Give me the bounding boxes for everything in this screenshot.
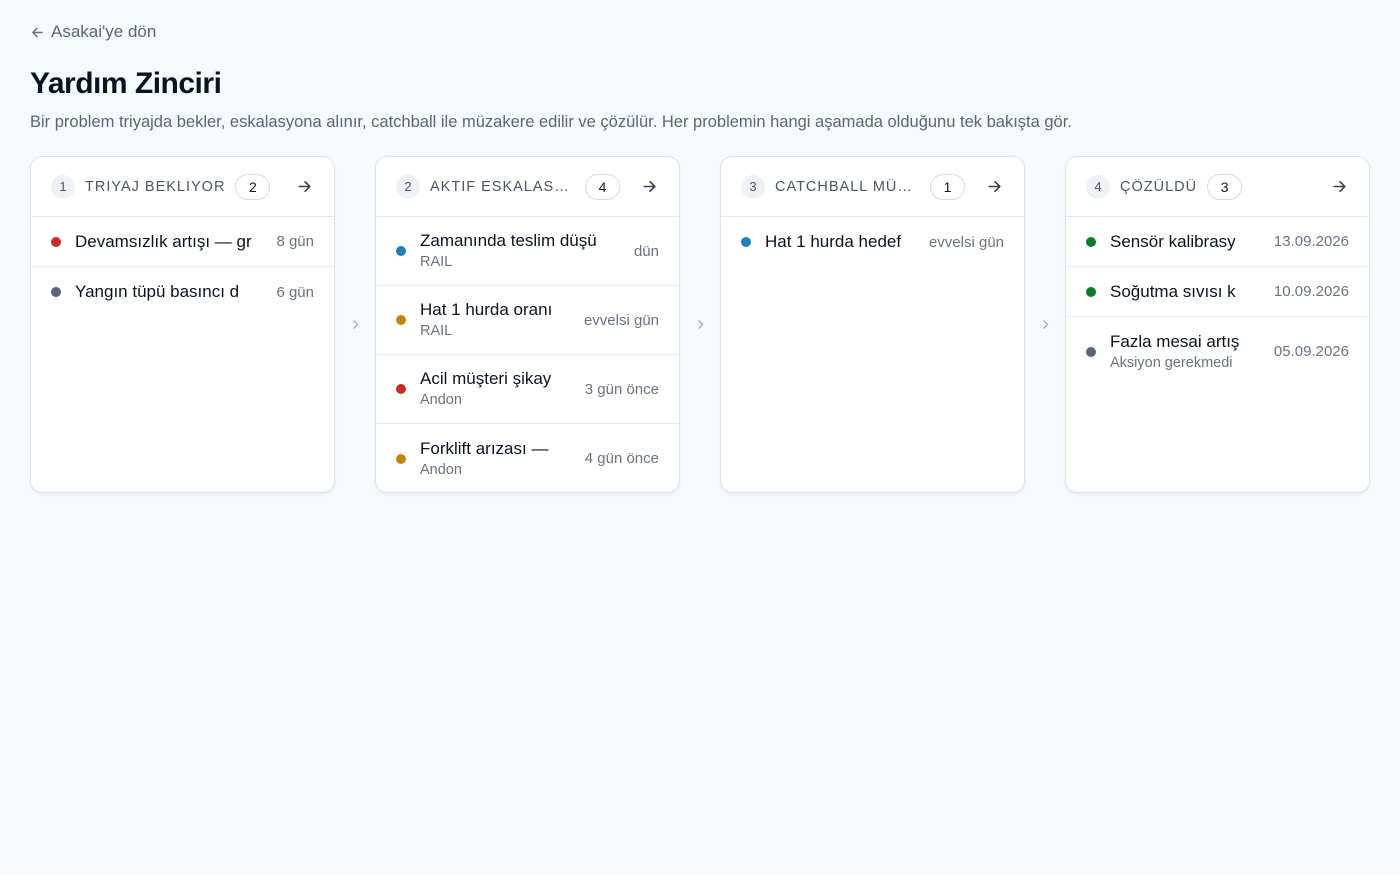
status-dot [51, 287, 61, 297]
stage-title: CATCHBALL MÜZAKERE [775, 178, 920, 195]
problem-time: 3 gün önce [584, 380, 659, 398]
status-dot [396, 453, 406, 464]
problem-text: Soğutma sıvısı k [1110, 281, 1262, 303]
problem-title: Yangın tüpü basıncı d [75, 282, 240, 301]
arrow-right-icon [642, 180, 656, 193]
stage-column-4: 4 ÇÖZÜLDÜ 3 Sensör kalibrasy 13.09.2026 Soğut… [1065, 156, 1370, 493]
problem-list-item[interactable]: Forklift arızası — Andon 4 gün önce [376, 424, 679, 492]
stage-column-header: 1 TRİYAJ BEKLİYOR 2 [31, 157, 334, 217]
problem-text: Hat 1 hurda hedef [765, 231, 917, 253]
problem-source: Andon [420, 461, 462, 478]
stage-column-1: 1 TRİYAJ BEKLİYOR 2 Devamsızlık artışı — gr… [30, 156, 335, 493]
arrow-right-icon [1332, 180, 1346, 193]
problem-source: Aksiyon gerekmedi [1110, 354, 1233, 371]
chevron-right-icon [1042, 320, 1048, 329]
stage-number: 4 [1086, 174, 1110, 199]
status-dot [1086, 346, 1096, 357]
problem-text: Acil müşteri şikay Andon [420, 368, 573, 410]
stage-count-badge: 2 [235, 173, 271, 200]
problem-list-item[interactable]: Hat 1 hurda hedef evvelsi gün [721, 217, 1024, 267]
problem-text: Fazla mesai artış Aksiyon gerekmedi [1110, 331, 1262, 373]
status-dot [396, 384, 406, 394]
problem-text: Hat 1 hurda oranı RAIL [420, 299, 572, 341]
open-stage-button[interactable] [639, 177, 659, 197]
problem-time: 13.09.2026 [1273, 233, 1349, 250]
problem-text: Forklift arızası — Andon [420, 438, 573, 480]
arrow-right-icon [297, 180, 311, 193]
status-dot [396, 315, 406, 325]
problem-time: 6 gün [276, 283, 314, 301]
chevron-right-icon [697, 320, 703, 329]
problem-title: Acil müşteri şikay [420, 369, 552, 388]
problem-title: Forklift arızası — [420, 438, 549, 458]
problem-text: Sensör kalibrasy [1110, 231, 1262, 253]
stage-count-badge: 3 [1207, 173, 1243, 200]
problem-title: Hat 1 hurda oranı [420, 300, 553, 319]
problem-list-item[interactable]: Soğutma sıvısı k 10.09.2026 [1066, 267, 1369, 317]
problem-list-item[interactable]: Sensör kalibrasy 13.09.2026 [1066, 217, 1369, 267]
stage-count-badge: 1 [930, 173, 965, 200]
page-title: Yardım Zinciri [30, 66, 222, 100]
problem-time: 8 gün [276, 233, 314, 250]
chevron-right-icon [352, 320, 358, 329]
problem-list-item[interactable]: Zamanında teslim düşü RAIL dün [376, 217, 679, 286]
problem-time: evvelsi gün [928, 233, 1004, 251]
stage-separator [1025, 156, 1065, 493]
problem-time: 10.09.2026 [1273, 283, 1349, 300]
back-link-label: Asakai'ye dön [51, 22, 157, 41]
problem-source: RAIL [420, 254, 453, 270]
stage-number: 1 [51, 174, 75, 199]
stage-column-2: 2 AKTİF ESKALASYON 4 Zamanında teslim düşü R… [375, 156, 680, 493]
problem-title: Hat 1 hurda hedef [765, 232, 902, 251]
stage-column-header: 4 ÇÖZÜLDÜ 3 [1066, 157, 1369, 217]
open-stage-button[interactable] [1329, 177, 1349, 197]
problem-source: Andon [420, 392, 462, 408]
problem-list-item[interactable]: Hat 1 hurda oranı RAIL evvelsi gün [376, 286, 679, 355]
stage-separator [680, 156, 720, 493]
problem-list-item[interactable]: Fazla mesai artış Aksiyon gerekmedi 05.09.… [1066, 317, 1369, 386]
problem-title: Sensör kalibrasy [1110, 231, 1236, 251]
problem-time: 05.09.2026 [1273, 343, 1349, 360]
status-dot [51, 236, 61, 247]
status-dot [741, 237, 751, 247]
status-dot [1086, 286, 1096, 297]
problem-title: Devamsızlık artışı — gr [75, 231, 252, 251]
problem-text: Zamanında teslim düşü RAIL [420, 230, 622, 272]
open-stage-button[interactable] [984, 177, 1004, 197]
status-dot [1086, 236, 1096, 247]
problem-time: 4 gün önce [584, 450, 659, 467]
stage-number: 2 [396, 174, 420, 199]
stage-count-badge: 4 [585, 173, 620, 200]
problem-source: RAIL [420, 323, 453, 339]
arrow-left-icon [32, 27, 43, 37]
problem-text: Yangın tüpü basıncı d [75, 281, 264, 303]
stage-separator [335, 156, 375, 493]
stage-title: ÇÖZÜLDÜ [1120, 178, 1198, 195]
problem-title: Soğutma sıvısı k [1110, 281, 1236, 301]
stage-number: 3 [741, 174, 765, 199]
problem-time: evvelsi gün [583, 311, 659, 329]
stage-title: AKTİF ESKALASYON [430, 178, 575, 195]
status-dot [396, 246, 406, 256]
stage-title: TRİYAJ BEKLİYOR [85, 178, 226, 195]
stage-column-header: 3 CATCHBALL MÜZAKERE 1 [721, 157, 1024, 217]
problem-list-item[interactable]: Devamsızlık artışı — gr 8 gün [31, 217, 334, 267]
page-description: Bir problem triyajda bekler, eskalasyona… [30, 112, 1072, 131]
help-chain-page: Asakai'ye dön Yardım Zinciri Bir problem… [0, 0, 1400, 875]
problem-list-item[interactable]: Yangın tüpü basıncı d 6 gün [31, 267, 334, 317]
problem-text: Devamsızlık artışı — gr [75, 231, 264, 253]
back-to-asakai-link[interactable]: Asakai'ye dön [30, 20, 156, 44]
arrow-right-icon [987, 180, 1001, 193]
problem-title: Zamanında teslim düşü [420, 231, 597, 250]
open-stage-button[interactable] [294, 177, 314, 197]
problem-time: dün [633, 242, 659, 260]
stage-board: 1 TRİYAJ BEKLİYOR 2 Devamsızlık artışı — gr… [30, 156, 1370, 493]
problem-title: Fazla mesai artış [1110, 331, 1240, 351]
stage-column-3: 3 CATCHBALL MÜZAKERE 1 Hat 1 hurda hedef evv… [720, 156, 1025, 493]
problem-list-item[interactable]: Acil müşteri şikay Andon 3 gün önce [376, 355, 679, 424]
stage-column-header: 2 AKTİF ESKALASYON 4 [376, 157, 679, 217]
